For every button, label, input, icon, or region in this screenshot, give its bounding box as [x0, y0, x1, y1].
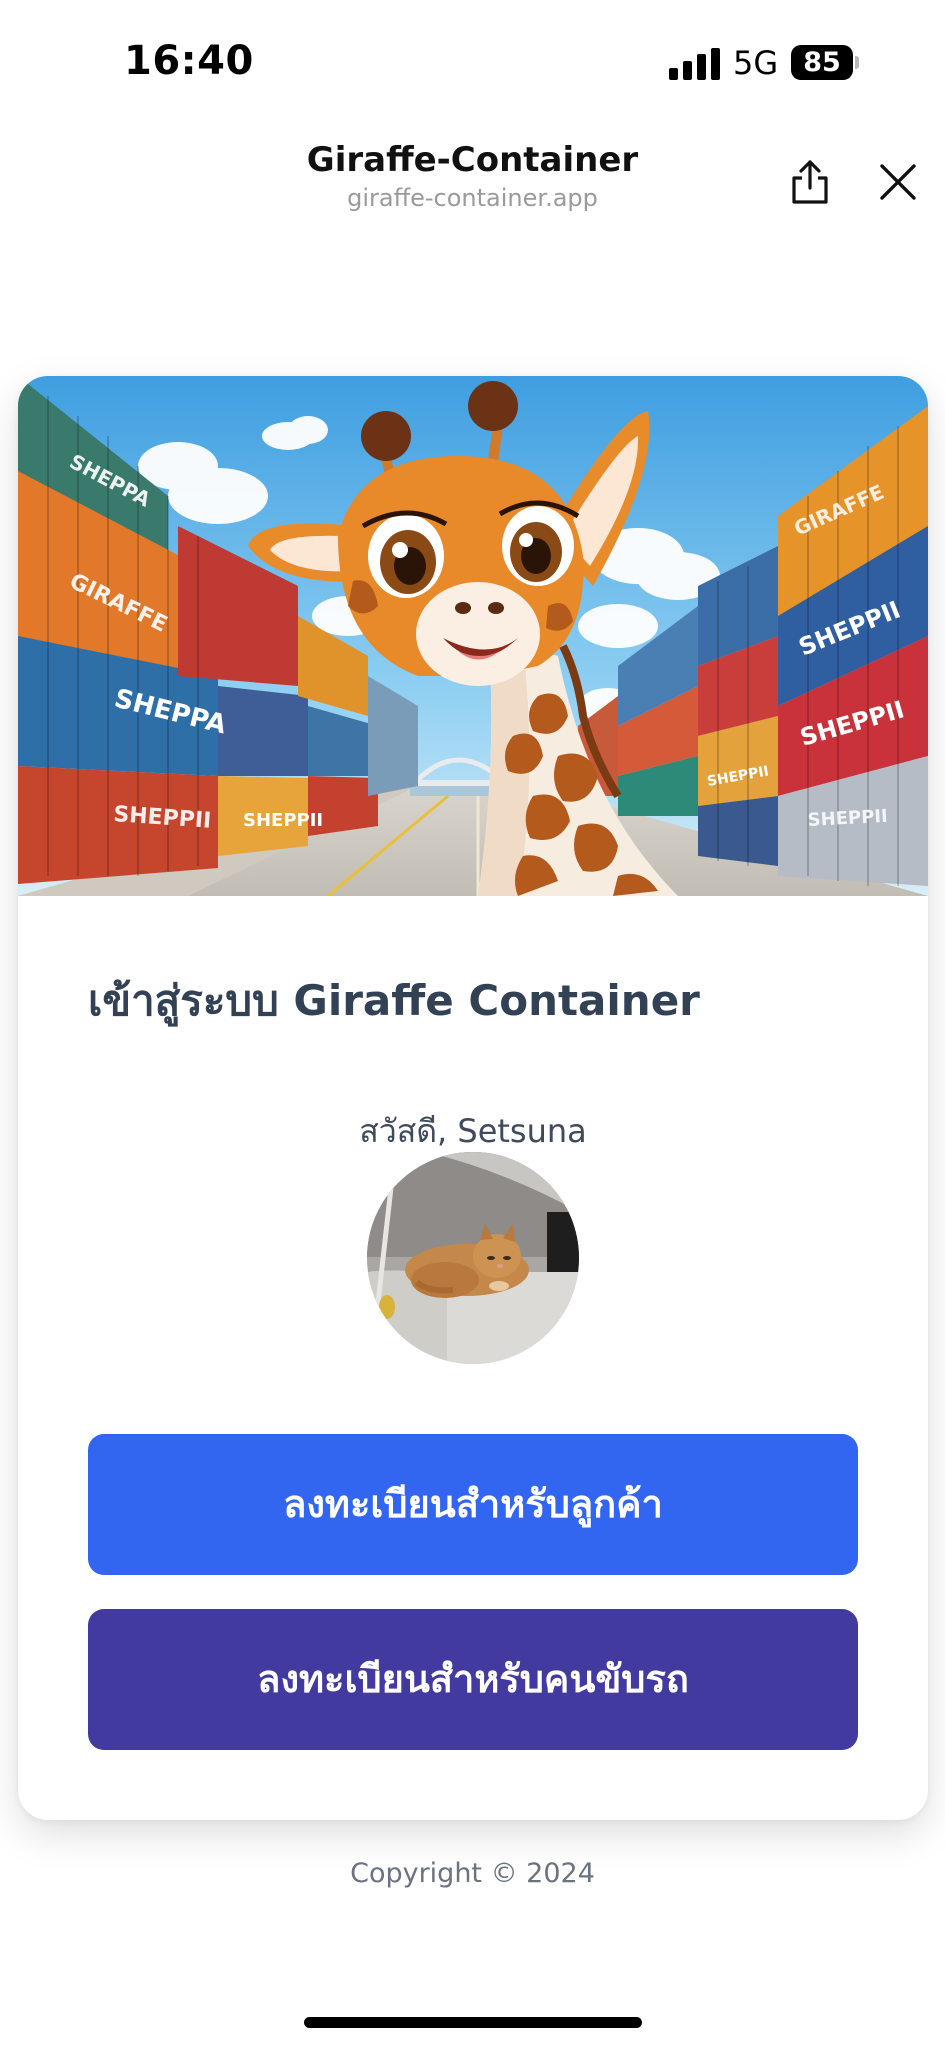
status-time: 16:40: [124, 38, 254, 84]
close-button[interactable]: [872, 156, 924, 208]
login-card: SHEPPA GIRAFFE SHEPPA SHEPPII SHEPPII GI…: [18, 376, 928, 1820]
battery-cap: [855, 56, 859, 69]
home-indicator[interactable]: [304, 2017, 642, 2028]
avatar: [367, 1152, 579, 1364]
battery-icon: 85: [791, 45, 853, 80]
close-icon: [880, 164, 916, 200]
hero-image: SHEPPA GIRAFFE SHEPPA SHEPPII SHEPPII GI…: [18, 376, 928, 896]
svg-text:SHEPPII: SHEPPII: [243, 810, 323, 831]
greeting-text: สวัสดี, Setsuna: [359, 1112, 587, 1150]
signal-icon: [669, 48, 721, 80]
share-button[interactable]: [784, 156, 836, 208]
copyright-text: Copyright © 2024: [350, 1858, 595, 1889]
login-title: เข้าสู่ระบบ Giraffe Container: [88, 976, 700, 1025]
register-driver-button[interactable]: ลงทะเบียนสำหรับคนขับรถ: [88, 1609, 858, 1750]
network-label: 5G: [733, 44, 779, 82]
share-icon: [792, 160, 828, 204]
status-bar: 16:40 5G 85: [0, 0, 945, 120]
svg-text:SHEPPII: SHEPPII: [807, 806, 888, 831]
browser-header: Giraffe-Container giraffe-container.app: [0, 120, 945, 240]
register-customer-button[interactable]: ลงทะเบียนสำหรับลูกค้า: [88, 1434, 858, 1575]
